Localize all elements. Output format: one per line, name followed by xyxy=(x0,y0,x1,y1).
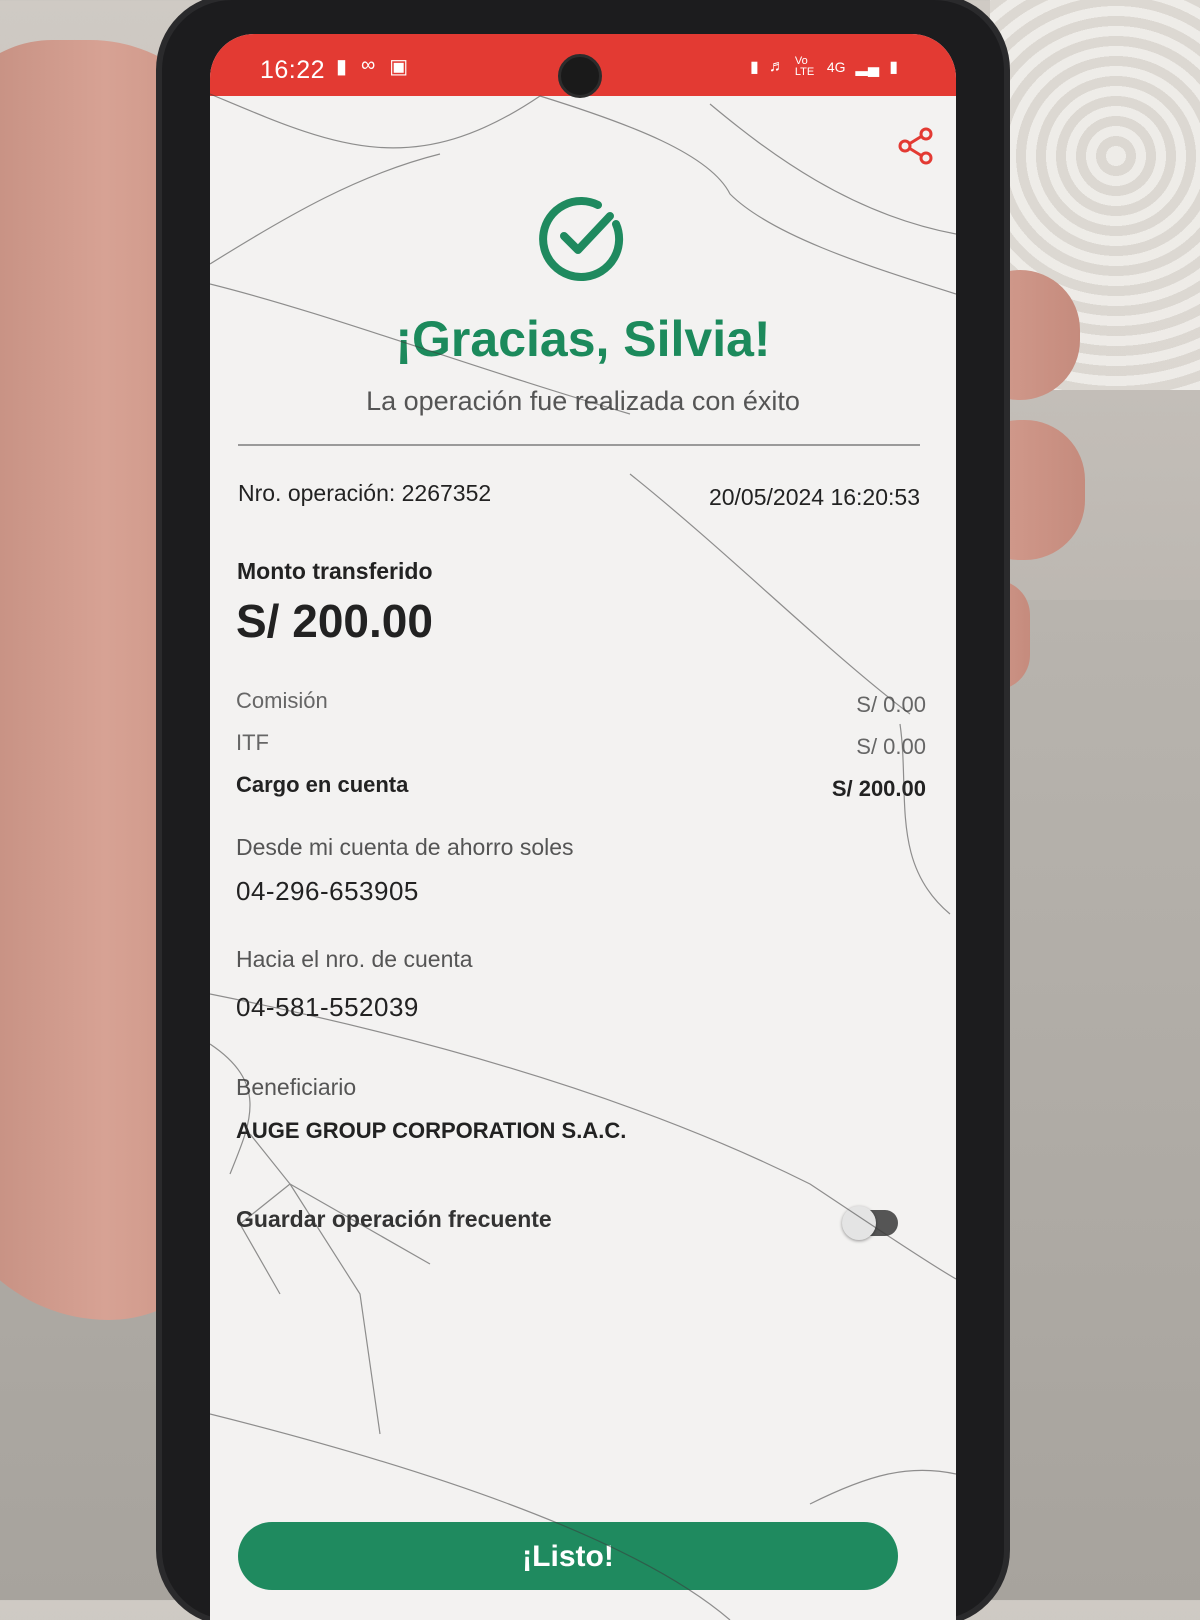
operation-datetime: 20/05/2024 16:20:53 xyxy=(708,484,920,510)
share-icon[interactable] xyxy=(896,126,936,166)
divider xyxy=(238,444,920,446)
commission-label: Comisión xyxy=(236,688,328,713)
success-subtitle: La operación fue realizada con éxito xyxy=(366,386,800,416)
voicemail-icon: ∞ xyxy=(361,54,376,76)
toggle-knob xyxy=(842,1206,876,1240)
save-frequent-toggle[interactable] xyxy=(842,1206,898,1240)
beneficiary-value: AUGE GROUP CORPORATION S.A.C. xyxy=(236,1118,627,1143)
itf-label: ITF xyxy=(236,730,269,755)
battery-saver-icon: ▮ xyxy=(750,59,759,76)
phone: 16:22 ▮ ∞ ▣ ▮ ♬ Vo LTE 4G ▂▄ ▮ ¡Gracias,… xyxy=(162,0,1004,1620)
battery-icon: ▮ xyxy=(889,59,898,76)
status-bar: 16:22 ▮ ∞ ▣ ▮ ♬ Vo LTE 4G ▂▄ ▮ xyxy=(210,34,956,98)
mute-icon: ♬ xyxy=(768,58,785,75)
done-button[interactable]: ¡Listo! xyxy=(238,1522,898,1590)
itf-value: S/ 0.00 xyxy=(856,734,926,759)
amount-label: Monto transferido xyxy=(237,558,433,584)
app-screen: 16:22 ▮ ∞ ▣ ▮ ♬ Vo LTE 4G ▂▄ ▮ ¡Gracias,… xyxy=(210,34,956,1620)
greeting-title: ¡Gracias, Silvia! xyxy=(395,311,771,367)
from-account-value: 04-296-653905 xyxy=(236,876,419,906)
beneficiary-label: Beneficiario xyxy=(236,1074,357,1100)
account-charge-label: Cargo en cuenta xyxy=(236,772,409,797)
message-icon: ▮ xyxy=(336,56,348,78)
save-frequent-label: Guardar operación frecuente xyxy=(236,1206,552,1232)
from-account-label: Desde mi cuenta de ahorro soles xyxy=(236,834,574,860)
to-account-value: 04-581-552039 xyxy=(236,992,419,1022)
volte-icon: Vo LTE xyxy=(794,55,815,78)
amount-value: S/ 200.00 xyxy=(236,595,433,647)
front-camera xyxy=(558,54,602,98)
account-charge-value: S/ 200.00 xyxy=(831,776,926,801)
4g-icon: 4G xyxy=(826,59,846,75)
commission-value: S/ 0.00 xyxy=(856,692,926,717)
check-circle-icon xyxy=(539,197,624,282)
signal-icon: ▂▄ xyxy=(855,59,880,76)
status-left-icons: ▮ ∞ ▣ xyxy=(336,54,408,79)
status-right-icons: ▮ ♬ Vo LTE 4G ▂▄ ▮ xyxy=(750,56,898,78)
to-account-label: Hacia el nro. de cuenta xyxy=(236,946,473,972)
operation-number: Nro. operación: 2267352 xyxy=(238,480,492,506)
record-icon: ▣ xyxy=(389,56,409,78)
status-time: 16:22 xyxy=(260,56,326,84)
